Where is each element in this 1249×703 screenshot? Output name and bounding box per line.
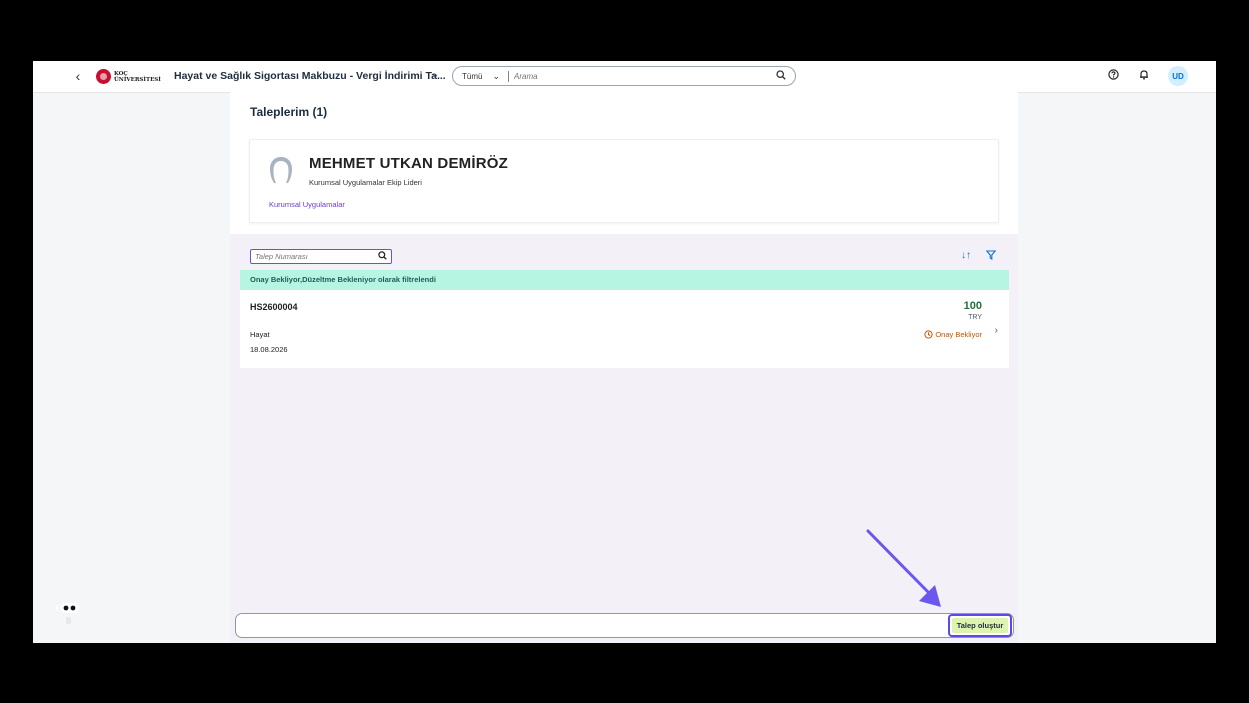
status-text: Onay Bekliyor (935, 330, 982, 339)
sort-icon[interactable]: ↓↑ (961, 250, 971, 261)
app-window: ‹ KOÇ ÜNİVERSİTESİ Hayat ve Sağlık Sigor… (33, 61, 1216, 643)
help-icon[interactable] (1106, 69, 1120, 83)
page-title: Taleplerim (1) (250, 105, 328, 119)
logo-text-line2: ÜNİVERSİTESİ (114, 76, 161, 83)
request-currency: TRY (968, 314, 982, 321)
status-badge: Onay Bekliyor (924, 330, 982, 339)
user-placeholder-icon (270, 157, 292, 183)
search-divider (508, 70, 509, 82)
assistant-widget-handle (66, 617, 71, 624)
assistant-widget-icon[interactable] (56, 602, 80, 614)
profile-card: MEHMET UTKAN DEMİRÖZ Kurumsal Uygulamala… (249, 139, 999, 223)
annotation-arrow-icon (866, 529, 941, 607)
filter-icon[interactable] (985, 250, 997, 263)
company-logo[interactable]: KOÇ ÜNİVERSİTESİ (96, 69, 161, 84)
global-search: Tümü ⌄ (452, 66, 796, 86)
request-date: 18.08.2026 (250, 345, 288, 354)
profile-role: Kurumsal Uygulamalar Ekip Lideri (309, 178, 422, 187)
app-title: Hayat ve Sağlık Sigortası Makbuzu - Verg… (174, 70, 446, 82)
request-number-filter (250, 249, 392, 264)
create-request-button[interactable]: Talep oluştur (948, 614, 1012, 637)
create-request-label: Talep oluştur (952, 618, 1008, 633)
app-title-menu-button[interactable]: ⌄ (431, 69, 439, 80)
profile-department-link[interactable]: Kurumsal Uygulamalar (269, 200, 345, 209)
filter-info-strip: Onay Bekliyor,Düzeltme Bekleniyor olarak… (240, 270, 1009, 290)
logo-mark-icon (96, 69, 111, 84)
search-input[interactable] (514, 71, 776, 81)
chevron-left-icon: ‹ (75, 68, 81, 84)
footer-toolbar: Talep oluştur (235, 613, 1014, 638)
list-item[interactable]: HS2600004 Hayat 18.08.2026 100 TRY Onay … (240, 290, 1009, 368)
profile-name: MEHMET UTKAN DEMİRÖZ (309, 155, 508, 172)
search-icon[interactable] (776, 69, 786, 83)
bell-icon[interactable] (1137, 69, 1151, 83)
back-button[interactable]: ‹ (71, 68, 85, 84)
request-id: HS2600004 (250, 302, 298, 312)
shell-bar: ‹ KOÇ ÜNİVERSİTESİ Hayat ve Sağlık Sigor… (33, 61, 1216, 92)
chevron-down-icon: ⌄ (431, 69, 440, 80)
chevron-right-icon: › (994, 325, 998, 336)
search-scope-select[interactable]: Tümü ⌄ (462, 71, 500, 82)
search-icon[interactable] (378, 251, 387, 262)
search-scope-value: Tümü (462, 71, 483, 81)
request-number-input[interactable] (251, 252, 378, 261)
chevron-down-icon: ⌄ (492, 70, 500, 81)
user-avatar[interactable]: UD (1168, 66, 1188, 86)
shell-actions: UD (1106, 66, 1188, 86)
clock-icon (924, 330, 933, 339)
request-amount: 100 (963, 300, 982, 312)
request-type: Hayat (250, 330, 270, 339)
